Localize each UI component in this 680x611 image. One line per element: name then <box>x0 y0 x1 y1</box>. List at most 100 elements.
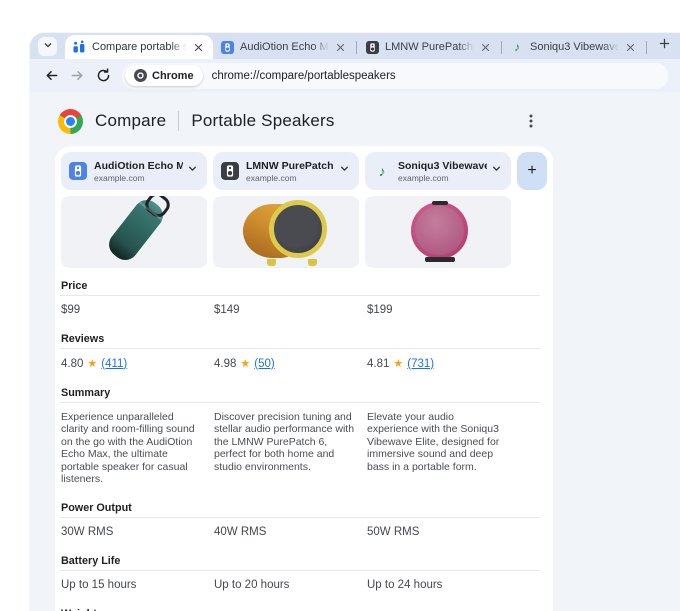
page-header: Compare Portable Speakers <box>55 106 553 136</box>
spec-row-summary: Summary Experience unparalleled clarity … <box>60 382 540 497</box>
product-domain: example.com <box>246 172 297 183</box>
page-title: Portable Speakers <box>191 111 335 130</box>
close-icon[interactable] <box>333 40 348 55</box>
product-selector-soniqu3[interactable]: ♪ Soniqu3 Vibewave Elite example.com <box>365 152 511 190</box>
close-icon[interactable] <box>623 40 638 55</box>
review-count-link[interactable]: (411) <box>101 358 127 370</box>
rating-value: 4.81 <box>367 357 390 370</box>
tab-separator <box>646 41 647 54</box>
url-text: chrome://compare/portablespeakers <box>211 69 396 82</box>
product-name: AudiOtion Echo Max <box>94 159 183 172</box>
compare-page: Compare Portable Speakers AudiOtion Echo… <box>30 92 680 611</box>
battery-life-value: Up to 20 hours <box>214 579 290 592</box>
power-output-value: 40W RMS <box>214 526 267 539</box>
chrome-badge-icon <box>134 69 147 82</box>
review-cell: 4.80 ★ (411) <box>60 357 206 371</box>
tab-search-button[interactable] <box>38 37 57 56</box>
close-icon[interactable] <box>191 40 206 55</box>
battery-life-value: Up to 24 hours <box>367 579 443 592</box>
tab-label: Soniqu3 Vibewave Elite <box>530 41 619 53</box>
price-value: $199 <box>367 304 393 316</box>
chevron-down-icon <box>338 162 351 180</box>
add-product-button[interactable]: + <box>517 152 547 190</box>
product-selector-audiotion[interactable]: AudiOtion Echo Max example.com <box>61 152 207 190</box>
product-selector-row: AudiOtion Echo Max example.com <box>55 152 553 190</box>
star-icon: ★ <box>240 358 251 370</box>
speaker-blue-icon <box>220 40 234 54</box>
power-output-value: 50W RMS <box>367 526 420 539</box>
yellow-speaker-graphic <box>243 200 333 266</box>
chevron-down-icon <box>186 162 199 180</box>
kebab-menu-icon <box>529 114 533 128</box>
new-tab-icon <box>658 37 671 55</box>
chevron-down-icon <box>490 162 503 180</box>
music-note-icon: ♪ <box>514 40 520 54</box>
spec-label-summary: Summary <box>60 382 540 403</box>
new-tab-button[interactable] <box>652 34 676 58</box>
spec-label-reviews: Reviews <box>60 328 540 349</box>
product-image-audiotion <box>61 196 207 268</box>
spec-row-price: Price $99 $149 $199 <box>60 275 540 328</box>
tab-label: AudiOtion Echo Max <box>240 41 329 53</box>
tab-strip: Compare portable speakers AudiOtion Echo… <box>30 33 680 59</box>
comparison-card: AudiOtion Echo Max example.com <box>55 146 553 611</box>
omnibox[interactable]: Chrome chrome://compare/portablespeakers <box>122 62 668 89</box>
spec-row-battery-life: Battery Life Up to 15 hours Up to 20 hou… <box>60 550 540 603</box>
speaker-dark-icon <box>365 40 379 54</box>
tab-separator <box>356 41 357 54</box>
browser-window: Compare portable speakers AudiOtion Echo… <box>30 33 680 611</box>
product-image-lmnw <box>213 196 359 268</box>
spec-label-power-output: Power Output <box>60 497 540 519</box>
power-output-value: 30W RMS <box>61 526 114 539</box>
chevron-down-icon <box>42 38 54 56</box>
close-icon[interactable] <box>478 40 493 55</box>
summary-text: Experience unparalleled clarity and room… <box>61 411 195 486</box>
reload-icon <box>97 68 109 82</box>
product-domain: example.com <box>94 172 145 183</box>
pink-speaker-graphic <box>411 201 468 262</box>
back-icon <box>46 71 57 80</box>
tab-soniqu3[interactable]: ♪ Soniqu3 Vibewave Elite <box>503 35 645 59</box>
summary-text: Discover precision tuning and stellar au… <box>214 411 355 473</box>
product-image-row <box>55 196 553 268</box>
review-cell: 4.81 ★ (731) <box>366 357 512 371</box>
tab-label: Compare portable speakers <box>92 41 187 53</box>
spec-row-weight: Weight 2 lbs 3 lbs 3.5 lbs <box>60 603 540 611</box>
forward-button[interactable] <box>64 63 90 89</box>
forward-icon <box>71 71 82 80</box>
review-count-link[interactable]: (731) <box>407 358 434 370</box>
tab-label: LMNW PurePatch 6 <box>385 41 474 53</box>
tab-audiotion[interactable]: AudiOtion Echo Max <box>213 35 355 59</box>
price-value: $149 <box>214 304 240 316</box>
spec-row-reviews: Reviews 4.80 ★ (411) 4.98 ★ (50) 4.81 ★ … <box>60 328 540 382</box>
tab-lmnw[interactable]: LMNW PurePatch 6 <box>358 35 500 59</box>
product-name: LMNW PurePatch 6 <box>246 159 335 172</box>
back-button[interactable] <box>38 63 64 89</box>
spec-label-weight: Weight <box>60 603 540 611</box>
tab-compare[interactable]: Compare portable speakers <box>65 35 213 59</box>
star-icon: ★ <box>87 358 98 370</box>
more-options-button[interactable] <box>519 109 543 133</box>
star-icon: ★ <box>393 358 404 370</box>
product-selector-lmnw[interactable]: LMNW PurePatch 6 example.com <box>213 152 359 190</box>
speaker-dark-icon <box>221 162 239 180</box>
music-note-icon: ♪ <box>378 163 386 179</box>
add-product-icon: + <box>527 162 537 179</box>
chrome-chip[interactable]: Chrome <box>125 65 203 86</box>
product-image-soniqu3 <box>365 196 511 268</box>
review-cell: 4.98 ★ (50) <box>213 357 359 371</box>
spec-row-power-output: Power Output 30W RMS 40W RMS 50W RMS <box>60 497 540 550</box>
review-count-link[interactable]: (50) <box>254 358 274 370</box>
battery-life-value: Up to 15 hours <box>61 579 137 592</box>
app-name: Compare <box>95 111 167 130</box>
tab-separator <box>501 41 502 54</box>
price-value: $99 <box>61 304 81 316</box>
chip-label: Chrome <box>152 69 194 82</box>
chrome-logo-icon <box>58 108 83 134</box>
browser-toolbar: Chrome chrome://compare/portablespeakers <box>30 59 680 92</box>
spec-label-price: Price <box>60 275 540 296</box>
compare-icon <box>72 40 86 54</box>
rating-value: 4.98 <box>214 357 237 370</box>
product-domain: example.com <box>398 172 449 183</box>
reload-button[interactable] <box>90 63 116 89</box>
